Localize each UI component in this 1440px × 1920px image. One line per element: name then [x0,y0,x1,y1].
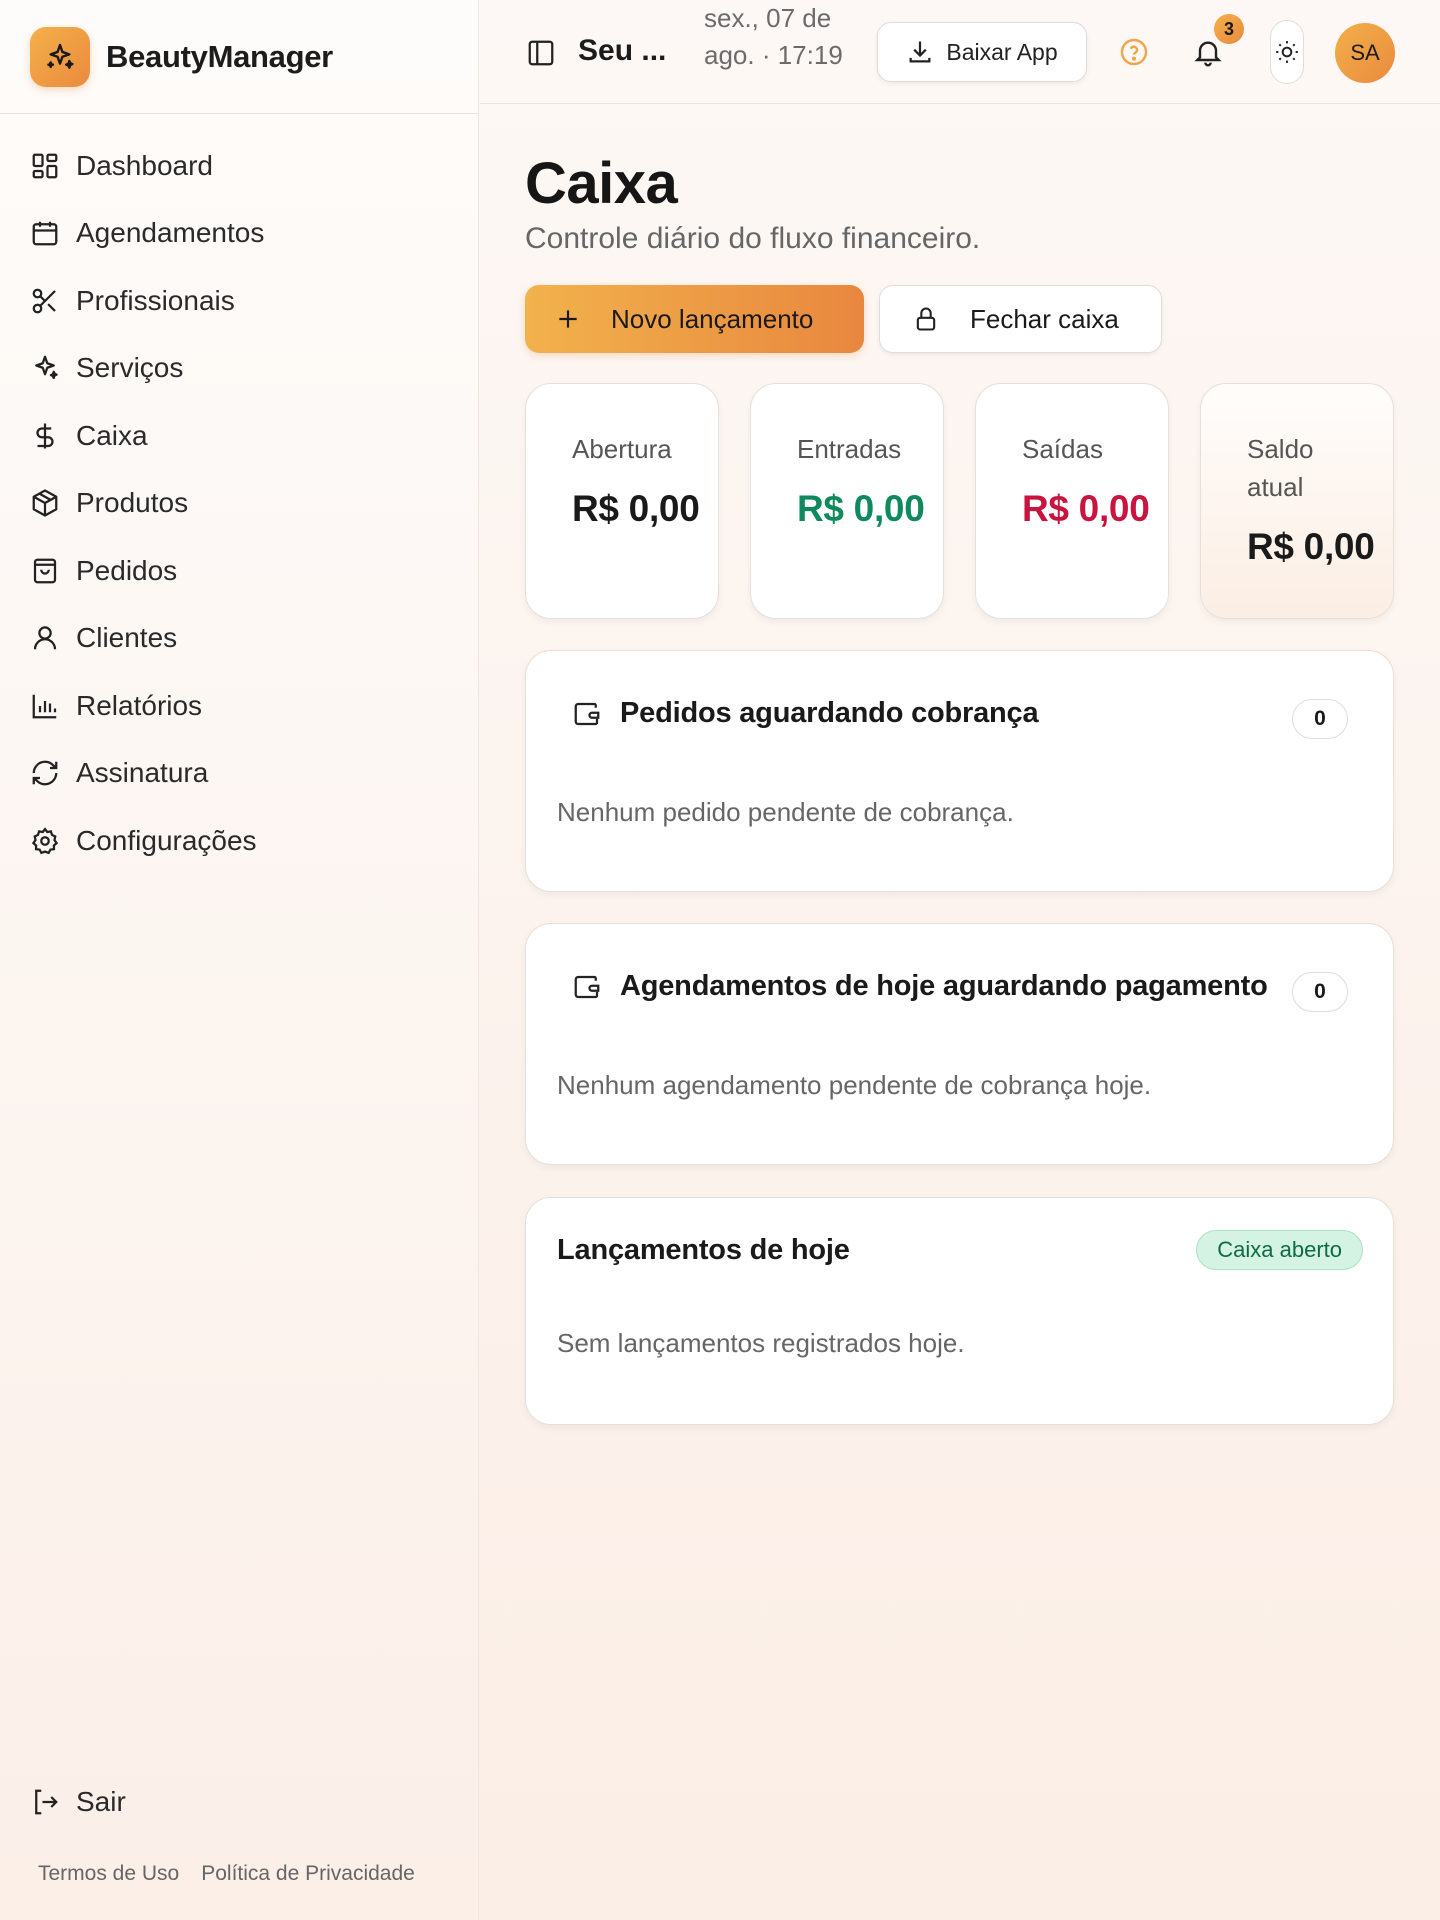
sidebar-nav: Dashboard Agendamentos Profissionais Ser… [0,114,478,875]
panel-title: Pedidos aguardando cobrança [620,697,1039,729]
brand-logo-icon [30,26,90,87]
stat-card-saidas: Saídas R$ 0,00 [975,383,1169,619]
shopping-bag-icon [33,558,57,584]
sidebar-item-label: Serviços [76,352,184,384]
logout-label: Sair [76,1786,126,1817]
sidebar-item-label: Produtos [76,487,189,519]
sidebar-item-assinatura[interactable]: Assinatura [0,740,478,808]
privacy-link[interactable]: Política de Privacidade [201,1862,415,1886]
close-register-label: Fechar caixa [970,303,1119,334]
gear-icon [31,827,59,855]
empty-state-text: Nenhum agendamento pendente de cobrança … [557,1070,1152,1100]
footer-links: Termos de Uso Política de Privacidade [38,1862,415,1886]
sidebar-item-dashboard[interactable]: Dashboard [0,132,478,200]
empty-state-text: Sem lançamentos registrados hoje. [557,1328,965,1358]
stat-label: Saídas [1022,434,1103,464]
new-entry-button[interactable]: Novo lançamento [525,285,864,353]
sidebar-item-label: Assinatura [76,757,209,789]
sidebar-item-label: Relatórios [76,689,203,721]
sidebar-item-pedidos[interactable]: Pedidos [0,537,478,605]
sidebar-item-label: Configurações [76,824,257,856]
logout-button[interactable]: Sair [30,1786,126,1818]
page-subtitle: Controle diário do fluxo financeiro. [525,222,981,255]
bar-chart-icon [32,694,57,719]
stat-label: Entradas [797,434,902,464]
sidebar-item-label: Dashboard [76,149,213,181]
panel-header: Lançamentos de hoje [557,1234,850,1267]
count-badge: 0 [1292,699,1348,739]
count-badge: 0 [1292,972,1348,1012]
sidebar-item-label: Profissionais [76,284,235,316]
wallet-icon [574,702,600,725]
panel-title: Agendamentos de hoje aguardando pagament… [620,970,1268,1002]
user-avatar[interactable]: SA [1335,23,1395,83]
stat-value: R$ 0,00 [797,488,925,529]
sidebar-item-label: Caixa [76,419,148,451]
sidebar-item-relatorios[interactable]: Relatórios [0,672,478,740]
sidebar-item-profissionais[interactable]: Profissionais [0,267,478,335]
sidebar-item-label: Pedidos [76,554,178,586]
sidebar-toggle-icon [528,40,554,66]
sidebar-item-label: Agendamentos [76,217,265,249]
stat-card-abertura: Abertura R$ 0,00 [525,383,719,619]
sidebar-item-servicos[interactable]: Serviços [0,335,478,403]
download-app-label: Baixar App [946,38,1058,65]
sidebar-item-caixa[interactable]: Caixa [0,402,478,470]
sidebar-item-produtos[interactable]: Produtos [0,470,478,538]
stat-value: R$ 0,00 [1022,488,1150,529]
stat-value: R$ 0,00 [1247,526,1375,567]
close-register-button[interactable]: Fechar caixa [879,285,1162,353]
lock-icon [916,307,936,331]
top-header: Seu ... sex., 07 de ago. · 17:19 Baixar … [480,0,1440,104]
logout-icon [35,1789,58,1815]
package-icon [32,489,58,517]
stat-card-saldo-atual: Saldo atual R$ 0,00 [1200,383,1394,619]
stat-card-entradas: Entradas R$ 0,00 [750,383,944,619]
download-app-button[interactable]: Baixar App [877,22,1087,82]
user-icon [33,626,57,650]
salon-name: Seu ... [578,34,667,67]
sidebar-item-clientes[interactable]: Clientes [0,605,478,673]
download-icon [909,41,931,63]
brand-name: BeautyManager [106,38,333,74]
sidebar-item-label: Clientes [76,622,178,654]
notification-count-badge: 3 [1214,14,1244,44]
register-status-badge: Caixa aberto [1196,1230,1363,1270]
sidebar-toggle-button[interactable] [526,38,556,68]
plus-icon [559,310,577,328]
help-circle-icon [1120,38,1148,66]
stat-value: R$ 0,00 [572,488,700,529]
dashboard-icon [32,153,58,179]
sidebar: BeautyManager Dashboard Agendamentos Pro… [0,0,479,1920]
pending-orders-panel: Pedidos aguardando cobrança 0 Nenhum ped… [525,650,1394,892]
calendar-icon [32,222,58,246]
sun-icon [1276,41,1298,63]
sparkles-icon [35,355,58,380]
help-button[interactable] [1118,36,1150,68]
sidebar-item-configuracoes[interactable]: Configurações [0,807,478,875]
today-entries-panel: Lançamentos de hoje Caixa aberto Sem lan… [525,1197,1394,1425]
wallet-icon [574,975,600,998]
current-datetime: sex., 07 de ago. · 17:19 [704,3,843,70]
dollar-icon [36,423,54,449]
theme-toggle-button[interactable] [1270,20,1304,84]
terms-link[interactable]: Termos de Uso [38,1862,179,1886]
pending-appointments-panel: Agendamentos de hoje aguardando pagament… [525,923,1394,1165]
stat-label: Abertura [572,434,672,464]
scissors-icon [32,288,56,314]
stat-label: Saldo atual [1247,434,1314,502]
panel-header: Pedidos aguardando cobrança [572,697,1039,730]
empty-state-text: Nenhum pedido pendente de cobrança. [557,797,1014,827]
panel-title: Lançamentos de hoje [557,1234,850,1266]
brand[interactable]: BeautyManager [0,0,478,114]
new-entry-label: Novo lançamento [611,303,814,334]
sidebar-item-agendamentos[interactable]: Agendamentos [0,200,478,268]
page-title: Caixa [525,151,678,216]
panel-header: Agendamentos de hoje aguardando pagament… [572,970,1268,1003]
refresh-icon [32,760,58,786]
